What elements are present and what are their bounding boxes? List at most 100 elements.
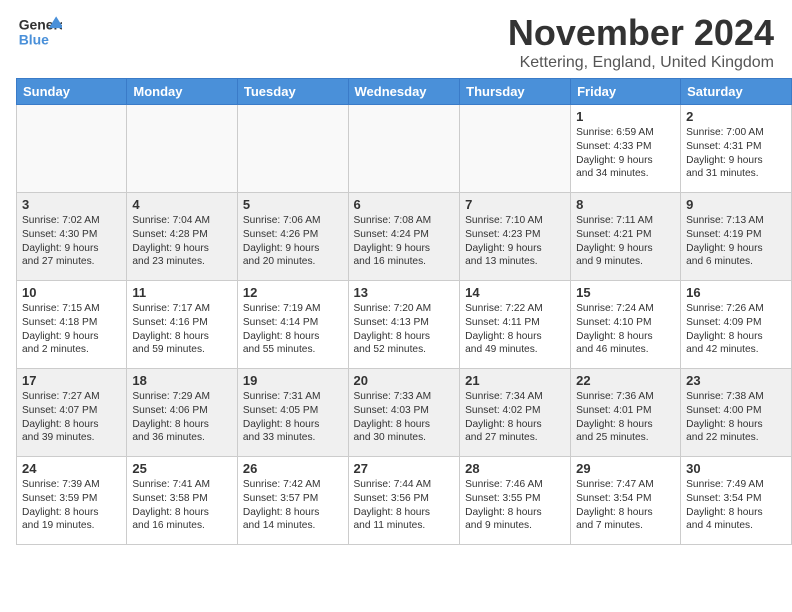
day-info: Sunrise: 7:10 AMSunset: 4:23 PMDaylight:… [465, 214, 565, 269]
table-row [127, 105, 238, 193]
day-number: 7 [465, 197, 565, 212]
calendar-table: Sunday Monday Tuesday Wednesday Thursday… [16, 78, 792, 545]
day-number: 28 [465, 461, 565, 476]
table-row: 25 Sunrise: 7:41 AMSunset: 3:58 PMDayligh… [127, 457, 238, 545]
day-number: 27 [354, 461, 455, 476]
day-info: Sunrise: 6:59 AMSunset: 4:33 PMDaylight:… [576, 126, 675, 181]
day-info: Sunrise: 7:39 AMSunset: 3:59 PMDaylight:… [22, 478, 121, 533]
day-number: 11 [132, 285, 232, 300]
day-number: 2 [686, 109, 786, 124]
subtitle: Kettering, England, United Kingdom [508, 54, 774, 72]
calendar-wrapper: Sunday Monday Tuesday Wednesday Thursday… [0, 78, 792, 545]
day-info: Sunrise: 7:17 AMSunset: 4:16 PMDaylight:… [132, 302, 232, 357]
day-number: 4 [132, 197, 232, 212]
table-row: 7 Sunrise: 7:10 AMSunset: 4:23 PMDaylight… [460, 193, 571, 281]
day-info: Sunrise: 7:24 AMSunset: 4:10 PMDaylight:… [576, 302, 675, 357]
table-row: 11 Sunrise: 7:17 AMSunset: 4:16 PMDayligh… [127, 281, 238, 369]
table-row: 3 Sunrise: 7:02 AMSunset: 4:30 PMDaylight… [17, 193, 127, 281]
day-info: Sunrise: 7:34 AMSunset: 4:02 PMDaylight:… [465, 390, 565, 445]
table-row: 13 Sunrise: 7:20 AMSunset: 4:13 PMDayligh… [348, 281, 460, 369]
day-number: 17 [22, 373, 121, 388]
table-row: 4Sunrise: 7:04 AMSunset: 4:28 PMDaylight… [127, 193, 238, 281]
day-number: 30 [686, 461, 786, 476]
day-info: Sunrise: 7:46 AMSunset: 3:55 PMDaylight:… [465, 478, 565, 533]
day-info: Sunrise: 7:41 AMSunset: 3:58 PMDaylight:… [132, 478, 232, 533]
table-row: 26Sunrise: 7:42 AMSunset: 3:57 PMDayligh… [237, 457, 348, 545]
day-number: 12 [243, 285, 343, 300]
day-info: Sunrise: 7:15 AMSunset: 4:18 PMDaylight:… [22, 302, 121, 357]
page-header: General Blue November 2024 Kettering, En… [0, 0, 792, 78]
main-title: November 2024 [508, 12, 774, 54]
day-info: Sunrise: 7:08 AMSunset: 4:24 PMDaylight:… [354, 214, 455, 269]
table-row: 16Sunrise: 7:26 AMSunset: 4:09 PMDayligh… [681, 281, 792, 369]
col-saturday: Saturday [681, 79, 792, 105]
calendar-header-row: Sunday Monday Tuesday Wednesday Thursday… [17, 79, 792, 105]
table-row: 14Sunrise: 7:22 AMSunset: 4:11 PMDayligh… [460, 281, 571, 369]
day-info: Sunrise: 7:49 AMSunset: 3:54 PMDaylight:… [686, 478, 786, 533]
table-row: 15 Sunrise: 7:24 AMSunset: 4:10 PMDayligh… [571, 281, 681, 369]
day-number: 29 [576, 461, 675, 476]
calendar-week-2: 10 Sunrise: 7:15 AMSunset: 4:18 PMDayligh… [17, 281, 792, 369]
table-row [460, 105, 571, 193]
table-row: 27 Sunrise: 7:44 AMSunset: 3:56 PMDayligh… [348, 457, 460, 545]
calendar-week-3: 17 Sunrise: 7:27 AMSunset: 4:07 PMDayligh… [17, 369, 792, 457]
table-row: 12 Sunrise: 7:19 AMSunset: 4:14 PMDayligh… [237, 281, 348, 369]
logo: General Blue [18, 12, 62, 56]
table-row: 10 Sunrise: 7:15 AMSunset: 4:18 PMDayligh… [17, 281, 127, 369]
day-number: 18 [132, 373, 232, 388]
table-row [237, 105, 348, 193]
table-row: 18 Sunrise: 7:29 AMSunset: 4:06 PMDayligh… [127, 369, 238, 457]
day-number: 9 [686, 197, 786, 212]
day-number: 5 [243, 197, 343, 212]
day-number: 21 [465, 373, 565, 388]
table-row: 17 Sunrise: 7:27 AMSunset: 4:07 PMDayligh… [17, 369, 127, 457]
day-number: 20 [354, 373, 455, 388]
day-number: 25 [132, 461, 232, 476]
day-number: 22 [576, 373, 675, 388]
table-row: 28 Sunrise: 7:46 AMSunset: 3:55 PMDayligh… [460, 457, 571, 545]
table-row: 6Sunrise: 7:08 AMSunset: 4:24 PMDaylight… [348, 193, 460, 281]
day-number: 24 [22, 461, 121, 476]
table-row: 29 Sunrise: 7:47 AMSunset: 3:54 PMDayligh… [571, 457, 681, 545]
day-info: Sunrise: 7:00 AMSunset: 4:31 PMDaylight:… [686, 126, 786, 181]
day-info: Sunrise: 7:38 AMSunset: 4:00 PMDaylight:… [686, 390, 786, 445]
table-row: 21 Sunrise: 7:34 AMSunset: 4:02 PMDayligh… [460, 369, 571, 457]
day-number: 13 [354, 285, 455, 300]
day-number: 23 [686, 373, 786, 388]
table-row: 1Sunrise: 6:59 AMSunset: 4:33 PMDaylight… [571, 105, 681, 193]
table-row: 8Sunrise: 7:11 AMSunset: 4:21 PMDaylight… [571, 193, 681, 281]
day-info: Sunrise: 7:20 AMSunset: 4:13 PMDaylight:… [354, 302, 455, 357]
logo-svg: General Blue [18, 12, 62, 56]
table-row: 22Sunrise: 7:36 AMSunset: 4:01 PMDayligh… [571, 369, 681, 457]
col-wednesday: Wednesday [348, 79, 460, 105]
table-row: 19Sunrise: 7:31 AMSunset: 4:05 PMDayligh… [237, 369, 348, 457]
day-number: 15 [576, 285, 675, 300]
col-friday: Friday [571, 79, 681, 105]
table-row: 5Sunrise: 7:06 AMSunset: 4:26 PMDaylight… [237, 193, 348, 281]
day-number: 8 [576, 197, 675, 212]
table-row: 30 Sunrise: 7:49 AMSunset: 3:54 PMDayligh… [681, 457, 792, 545]
day-number: 14 [465, 285, 565, 300]
table-row: 2 Sunrise: 7:00 AMSunset: 4:31 PMDaylight… [681, 105, 792, 193]
day-info: Sunrise: 7:33 AMSunset: 4:03 PMDaylight:… [354, 390, 455, 445]
day-info: Sunrise: 7:27 AMSunset: 4:07 PMDaylight:… [22, 390, 121, 445]
day-info: Sunrise: 7:31 AMSunset: 4:05 PMDaylight:… [243, 390, 343, 445]
title-block: November 2024 Kettering, England, United… [508, 12, 774, 72]
day-number: 10 [22, 285, 121, 300]
day-number: 16 [686, 285, 786, 300]
col-monday: Monday [127, 79, 238, 105]
day-info: Sunrise: 7:44 AMSunset: 3:56 PMDaylight:… [354, 478, 455, 533]
day-number: 3 [22, 197, 121, 212]
calendar-week-0: 1Sunrise: 6:59 AMSunset: 4:33 PMDaylight… [17, 105, 792, 193]
col-tuesday: Tuesday [237, 79, 348, 105]
table-row: 23 Sunrise: 7:38 AMSunset: 4:00 PMDayligh… [681, 369, 792, 457]
day-info: Sunrise: 7:29 AMSunset: 4:06 PMDaylight:… [132, 390, 232, 445]
day-info: Sunrise: 7:02 AMSunset: 4:30 PMDaylight:… [22, 214, 121, 269]
day-info: Sunrise: 7:19 AMSunset: 4:14 PMDaylight:… [243, 302, 343, 357]
calendar-week-1: 3 Sunrise: 7:02 AMSunset: 4:30 PMDaylight… [17, 193, 792, 281]
svg-text:Blue: Blue [19, 31, 49, 47]
day-info: Sunrise: 7:47 AMSunset: 3:54 PMDaylight:… [576, 478, 675, 533]
calendar-week-4: 24 Sunrise: 7:39 AMSunset: 3:59 PMDayligh… [17, 457, 792, 545]
day-info: Sunrise: 7:42 AMSunset: 3:57 PMDaylight:… [243, 478, 343, 533]
table-row: 20 Sunrise: 7:33 AMSunset: 4:03 PMDayligh… [348, 369, 460, 457]
